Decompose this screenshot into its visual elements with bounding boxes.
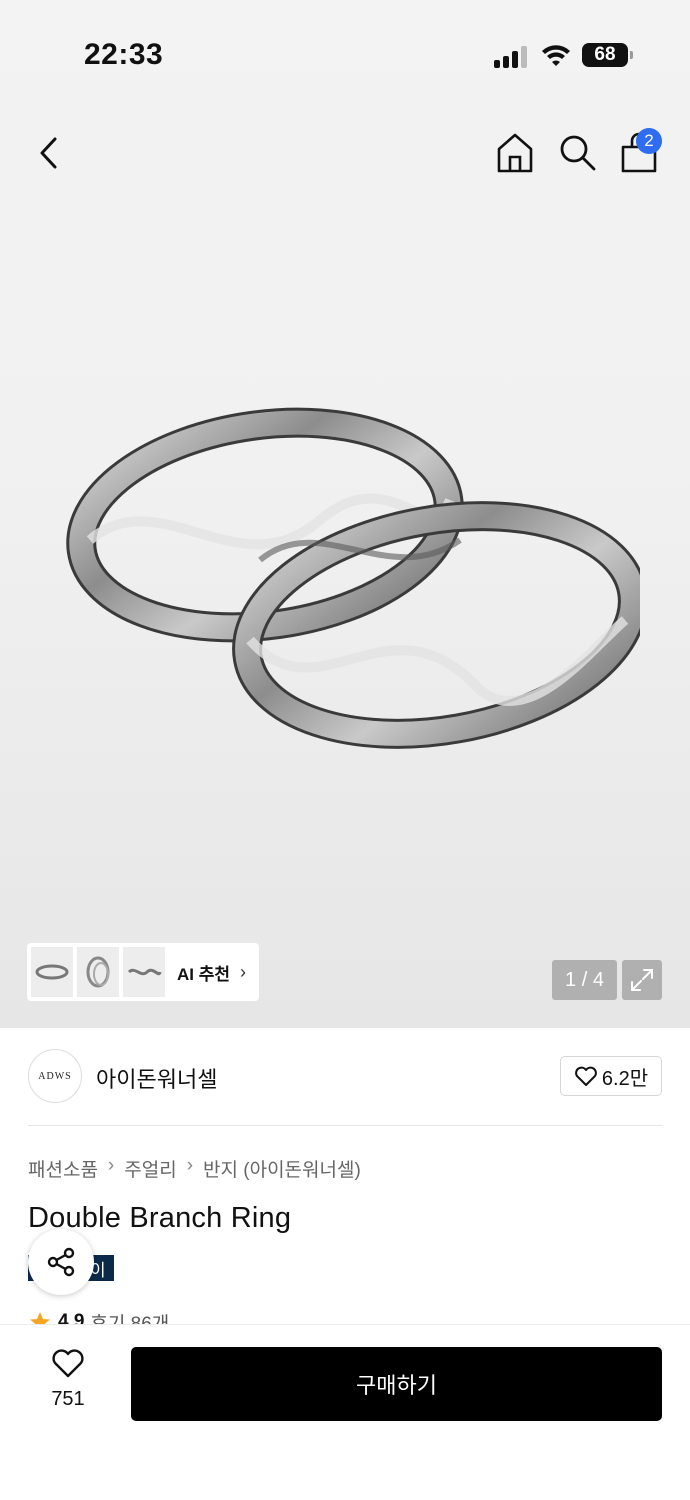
seller-row[interactable]: ADWS 아이돈워너셀 6.2만 — [0, 1028, 690, 1126]
chevron-right-icon: › — [240, 961, 247, 982]
product-gallery[interactable]: 22:33 68 2 AI 추천 › 1 / 4 — [0, 0, 690, 1028]
status-time: 22:33 — [84, 38, 164, 71]
product-image[interactable] — [60, 390, 640, 790]
wishlist-button[interactable]: 751 — [28, 1347, 108, 1411]
chevron-right-icon: › — [107, 1155, 115, 1176]
share-icon — [47, 1247, 75, 1277]
bottom-action-bar: 751 구매하기 — [0, 1324, 690, 1500]
ai-recommend-strip[interactable]: AI 추천 › — [27, 943, 259, 1001]
breadcrumb: 패션소품 › 주얼리 › 반지 (아이돈워너셀) — [28, 1155, 361, 1182]
thumbnail-1[interactable] — [31, 947, 73, 997]
home-icon[interactable] — [494, 129, 536, 175]
heart-icon — [575, 1066, 597, 1086]
share-button[interactable] — [28, 1229, 94, 1295]
signal-icon — [494, 44, 530, 68]
wifi-icon — [542, 45, 570, 66]
cart-count-badge: 2 — [636, 128, 662, 154]
expand-icon[interactable] — [622, 960, 662, 1000]
battery-icon: 68 — [582, 43, 633, 67]
brand-like-button[interactable]: 6.2만 — [560, 1056, 662, 1096]
brand-logo[interactable]: ADWS — [28, 1049, 82, 1103]
thumbnail-2[interactable] — [77, 947, 119, 997]
divider — [28, 1125, 662, 1126]
thumbnail-3[interactable] — [123, 947, 165, 997]
breadcrumb-item[interactable]: 반지 (아이돈워너셀) — [203, 1155, 361, 1182]
breadcrumb-item[interactable]: 패션소품 — [28, 1155, 98, 1182]
image-pager: 1 / 4 — [552, 960, 617, 1000]
status-bar: 22:33 68 — [0, 0, 690, 110]
search-icon[interactable] — [556, 129, 598, 175]
back-arrow-icon[interactable] — [30, 133, 70, 173]
ai-recommend-label[interactable]: AI 추천 — [177, 960, 230, 985]
brand-name[interactable]: 아이돈워너셀 — [96, 1062, 217, 1094]
chevron-right-icon: › — [186, 1155, 194, 1176]
wishlist-count: 751 — [51, 1388, 85, 1410]
top-nav — [0, 125, 690, 181]
breadcrumb-item[interactable]: 주얼리 — [124, 1155, 176, 1182]
buy-button[interactable]: 구매하기 — [131, 1347, 662, 1421]
heart-icon — [52, 1349, 84, 1378]
brand-like-count: 6.2만 — [601, 1067, 649, 1090]
